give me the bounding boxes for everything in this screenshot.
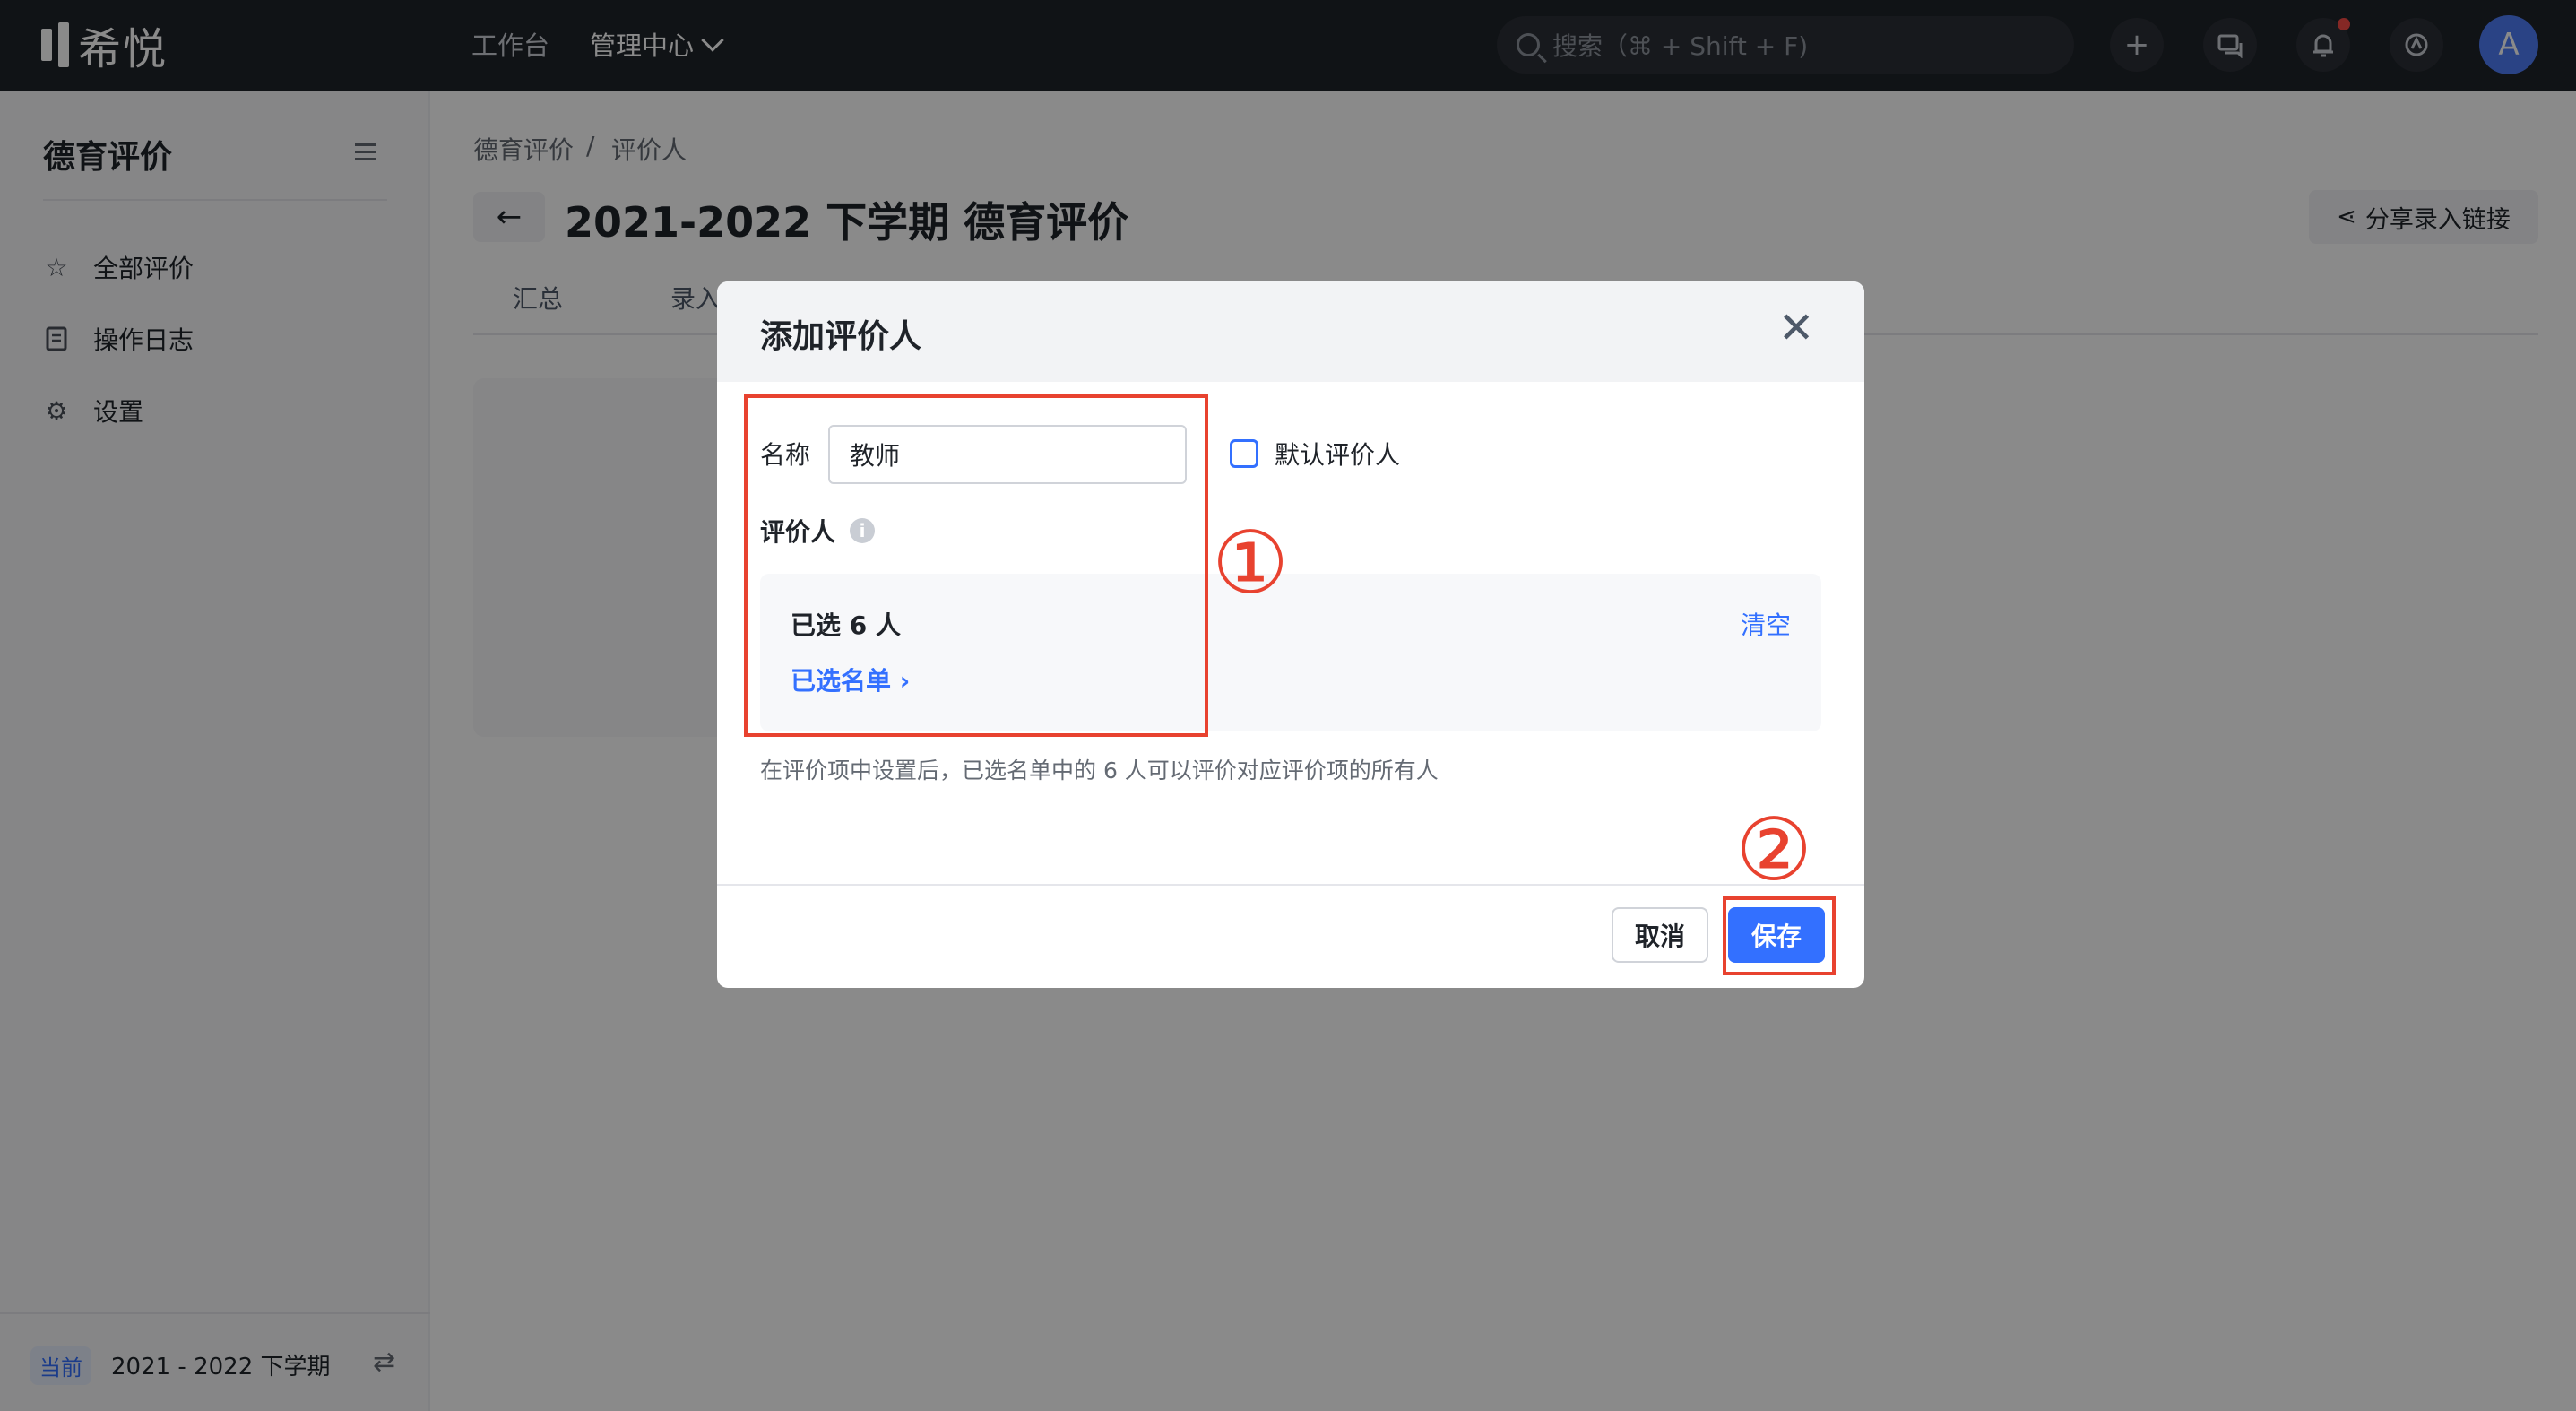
footer-divider bbox=[717, 884, 1864, 886]
clear-link[interactable]: 清空 bbox=[1741, 606, 1791, 642]
annotation-step-1: ① bbox=[1212, 513, 1290, 613]
default-evaluator-label[interactable]: 默认评价人 bbox=[1275, 436, 1400, 472]
hint-text: 在评价项中设置后，已选名单中的 6 人可以评价对应评价项的所有人 bbox=[760, 757, 1439, 783]
close-icon[interactable]: ✕ bbox=[1778, 307, 1814, 350]
default-evaluator-checkbox[interactable] bbox=[1230, 439, 1258, 468]
dialog-title: 添加评价人 bbox=[760, 318, 922, 355]
annotation-box-2 bbox=[1723, 896, 1836, 975]
annotation-step-2: ② bbox=[1735, 800, 1813, 900]
cancel-button[interactable]: 取消 bbox=[1612, 907, 1708, 963]
annotation-box-1 bbox=[744, 394, 1208, 737]
